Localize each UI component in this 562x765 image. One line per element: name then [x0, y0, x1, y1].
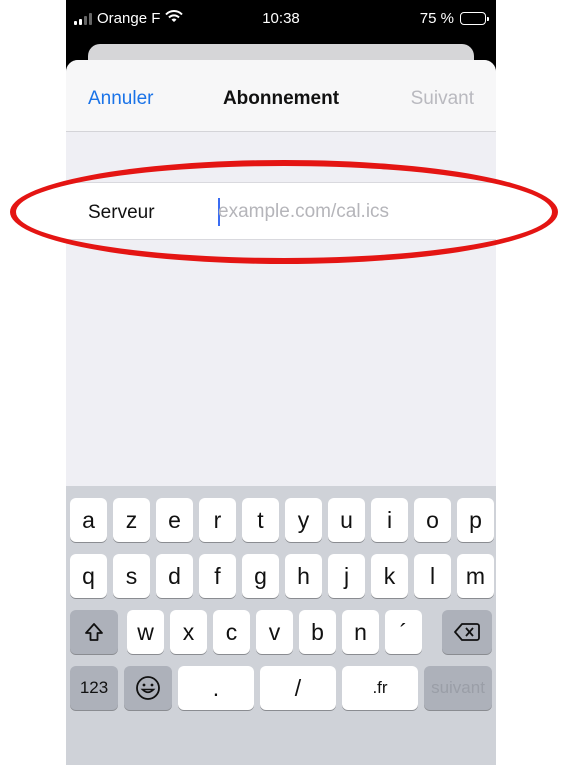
phone-screen: Orange F 10:38 75 % Annuler Abonnement S… — [66, 0, 496, 765]
key-v[interactable]: v — [256, 610, 293, 654]
keyboard-row-2: q s d f g h j k l m — [66, 554, 496, 598]
key-o[interactable]: o — [414, 498, 451, 542]
server-label: Serveur — [88, 202, 155, 223]
key-s[interactable]: s — [113, 554, 150, 598]
key-a[interactable]: a — [70, 498, 107, 542]
battery-percent: 75 % — [419, 10, 454, 27]
keyboard-row-1: a z e r t y u i o p — [66, 498, 496, 542]
keyboard-row-3: w x c v b n ´ — [66, 610, 496, 654]
server-input[interactable] — [218, 196, 478, 228]
key-t[interactable]: t — [242, 498, 279, 542]
key-u[interactable]: u — [328, 498, 365, 542]
status-bar: Orange F 10:38 75 % — [66, 0, 496, 36]
server-row[interactable]: Serveur — [66, 182, 496, 240]
numbers-key[interactable]: 123 — [70, 666, 118, 710]
key-z[interactable]: z — [113, 498, 150, 542]
key-c[interactable]: c — [213, 610, 250, 654]
key-h[interactable]: h — [285, 554, 322, 598]
key-r[interactable]: r — [199, 498, 236, 542]
key-g[interactable]: g — [242, 554, 279, 598]
key-y[interactable]: y — [285, 498, 322, 542]
key-e[interactable]: e — [156, 498, 193, 542]
key-f[interactable]: f — [199, 554, 236, 598]
key-l[interactable]: l — [414, 554, 451, 598]
next-button[interactable]: Suivant — [411, 88, 474, 110]
key-m[interactable]: m — [457, 554, 494, 598]
key-i[interactable]: i — [371, 498, 408, 542]
key-d[interactable]: d — [156, 554, 193, 598]
backspace-key[interactable] — [442, 610, 492, 654]
shift-key[interactable] — [70, 610, 118, 654]
send-key[interactable]: suivant — [424, 666, 492, 710]
keyboard: a z e r t y u i o p q s d f g h j k l m — [66, 486, 496, 765]
key-accent[interactable]: ´ — [385, 610, 422, 654]
key-b[interactable]: b — [299, 610, 336, 654]
key-n[interactable]: n — [342, 610, 379, 654]
key-q[interactable]: q — [70, 554, 107, 598]
key-p[interactable]: p — [457, 498, 494, 542]
domain-key[interactable]: .fr — [342, 666, 418, 710]
key-w[interactable]: w — [127, 610, 164, 654]
emoji-key[interactable] — [124, 666, 172, 710]
battery-icon — [460, 12, 489, 25]
slash-key[interactable]: / — [260, 666, 336, 710]
shift-icon — [85, 623, 103, 641]
status-right: 75 % — [419, 10, 489, 27]
emoji-icon — [136, 676, 160, 700]
keyboard-row-4: 123 . / .fr suivant — [66, 666, 496, 710]
key-x[interactable]: x — [170, 610, 207, 654]
backspace-icon — [454, 623, 480, 641]
key-k[interactable]: k — [371, 554, 408, 598]
dot-key[interactable]: . — [178, 666, 254, 710]
nav-bar: Annuler Abonnement Suivant — [66, 60, 496, 132]
key-j[interactable]: j — [328, 554, 365, 598]
